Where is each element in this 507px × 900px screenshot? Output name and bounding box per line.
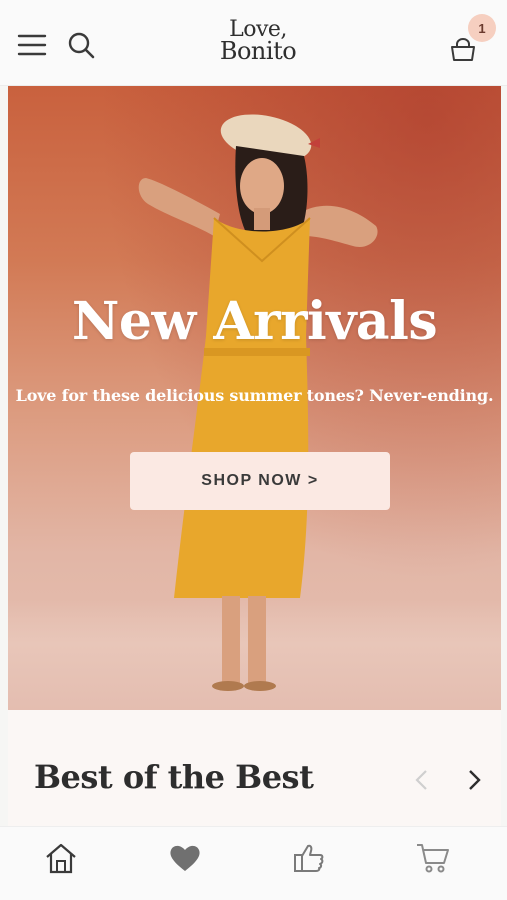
nav-cart[interactable]	[408, 837, 458, 879]
nav-wishlist[interactable]	[160, 837, 210, 879]
shopping-bag-icon	[451, 38, 475, 61]
brand-logo[interactable]: Love, Bonito	[200, 19, 316, 70]
thumbs-up-icon	[294, 844, 324, 872]
nav-home[interactable]	[36, 837, 86, 879]
chevron-right-icon	[469, 770, 481, 790]
section-title: Best of the Best	[34, 758, 314, 796]
carousel-prev-button[interactable]	[408, 764, 434, 796]
chevron-left-icon	[415, 770, 427, 790]
best-of-the-best-section: Best of the Best	[8, 710, 501, 828]
cart-count-badge: 1	[468, 14, 496, 42]
hamburger-menu-icon	[17, 34, 47, 56]
hero-banner[interactable]: New Arrivals Love for these delicious su…	[8, 86, 501, 710]
carousel-next-button[interactable]	[462, 764, 488, 796]
nav-recommended[interactable]	[284, 837, 334, 879]
shopping-bag-button[interactable]: 1	[446, 14, 496, 64]
heart-icon	[170, 845, 200, 871]
search-icon	[68, 32, 95, 59]
hero-title: New Arrivals	[71, 291, 438, 352]
logo-line-2: Bonito	[219, 37, 297, 65]
menu-button[interactable]	[14, 28, 50, 62]
cart-icon	[417, 844, 449, 873]
search-button[interactable]	[62, 28, 100, 62]
top-header: Love, Bonito 1	[0, 0, 507, 86]
bottom-navigation	[0, 826, 507, 900]
home-icon	[46, 843, 76, 874]
hero-subtitle: Love for these delicious summer tones? N…	[15, 386, 494, 405]
shop-now-button[interactable]: SHOP NOW >	[130, 452, 390, 510]
